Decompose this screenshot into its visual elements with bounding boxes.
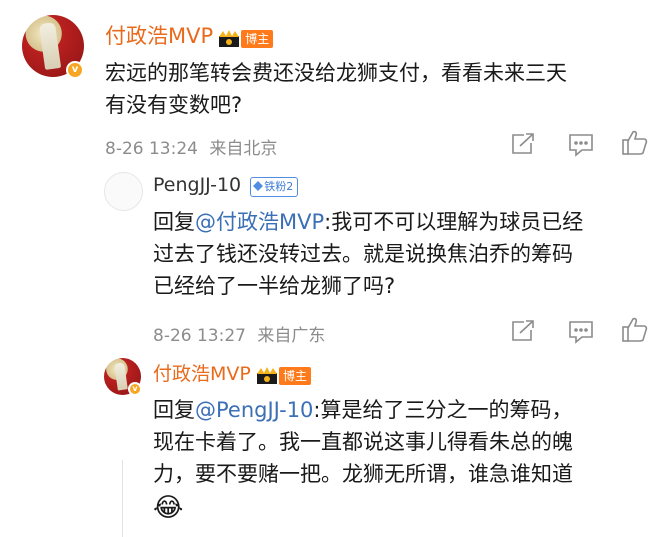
blogger-tag: 博主 [241, 29, 274, 48]
username[interactable]: 付政浩MVP [105, 24, 213, 48]
avatar[interactable]: v [104, 358, 142, 396]
crown-icon [256, 366, 278, 385]
comment-meta: 8-26 13:24 来自北京 [105, 134, 277, 159]
reply-header: PengJJ-10 铁粉2 [153, 174, 299, 197]
location: 来自北京 [209, 139, 278, 159]
like-icon[interactable] [621, 316, 649, 344]
blogger-tag: 博主 [278, 366, 311, 385]
verified-badge-icon: v [66, 61, 84, 79]
diamond-icon [253, 180, 264, 191]
fan-badge: 铁粉2 [250, 176, 299, 197]
avatar[interactable] [104, 172, 143, 211]
avatar[interactable]: v [22, 15, 84, 79]
reply-meta: 8-26 13:27 来自广东 [153, 321, 325, 346]
reply-text: 回复@付政浩MVP:我可不可以理解为球员已经 过去了钱还没转过去。就是说换焦泊乔… [153, 210, 584, 298]
reply-header: 付政浩MVP 博主 [153, 359, 311, 386]
share-icon[interactable] [511, 133, 535, 155]
username[interactable]: 付政浩MVP [153, 363, 251, 385]
comment-text: 宏远的那笔转会费还没给龙狮支付，看看未来三天 有没有变数吧? [105, 61, 567, 117]
laughing-emoji-icon: 😂 [153, 493, 184, 523]
verified-badge-icon: v [128, 382, 142, 396]
comment-icon[interactable] [568, 133, 594, 157]
location: 来自广东 [257, 326, 326, 346]
reply-text: 回复@PengJJ-10:算是给了三分之一的筹码， 现在卡着了。我一直都说这事儿… [153, 394, 573, 526]
comment-header: 付政浩MVP 博主 [105, 20, 274, 50]
timestamp: 8-26 13:24 [105, 139, 198, 159]
crown-icon [218, 29, 240, 48]
timestamp: 8-26 13:27 [153, 326, 246, 346]
share-icon[interactable] [511, 320, 535, 342]
thread-line [122, 460, 123, 537]
mention-link[interactable]: @PengJJ-10 [195, 398, 313, 422]
like-icon[interactable] [621, 129, 649, 157]
username[interactable]: PengJJ-10 [153, 174, 241, 196]
mention-link[interactable]: @付政浩MVP [195, 210, 324, 234]
comment-icon[interactable] [568, 320, 594, 344]
